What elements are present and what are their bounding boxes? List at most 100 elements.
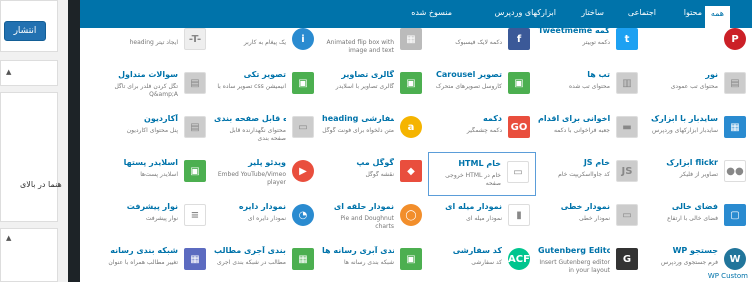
masonry-grid-icon: ▦ bbox=[292, 248, 314, 270]
element-title: JS خام bbox=[583, 158, 610, 167]
element-title: سایدبار با ابزارک bbox=[651, 114, 718, 123]
element-card[interactable]: ▣ گالری تصاویر گالری تصاویر با اسلایدر bbox=[320, 64, 428, 108]
publish-button[interactable]: انتشار bbox=[4, 21, 46, 41]
tabs-icon: ▥ bbox=[616, 72, 638, 94]
element-card[interactable]: ▦ شبکه بندی آجری مطالب مطالب در شبکه بندی … bbox=[212, 240, 320, 282]
element-title: نمودار خطی bbox=[560, 202, 610, 211]
element-card[interactable]: ▶ ویدئو پلیر Embed YouTube/Vimeo player bbox=[212, 152, 320, 196]
element-description: متن دلخواه برای فونت گوگل bbox=[322, 127, 394, 134]
element-card[interactable]: ▤ سوالات متداول تگل کردن فلدر برای تاگل Q&… bbox=[104, 64, 212, 108]
element-description: تصویر ساده با css انیمیشن bbox=[217, 83, 286, 90]
element-card[interactable]: GO دکمه دکمه چشمگیر bbox=[428, 108, 536, 152]
element-card[interactable]: a heading سفارشی متن دلخواه برای فونت گوگل bbox=[320, 108, 428, 152]
element-card[interactable]: -T-heading ایجاد تیتر bbox=[104, 20, 212, 64]
element-title: فضای خالی bbox=[671, 202, 718, 211]
widget-sidebar-icon: ▦ bbox=[724, 116, 746, 138]
meta-box-2 bbox=[0, 92, 58, 222]
image-carousel-icon: ▣ bbox=[508, 72, 530, 94]
element-description: فضای خالی با ارتفاع bbox=[667, 215, 718, 222]
element-title: فراخوانی برای اقدام bbox=[538, 114, 610, 123]
element-card[interactable]: ▣ Carousel تصویر کاروسل تصویرهای متحرک bbox=[428, 64, 536, 108]
element-card[interactable]: P bbox=[644, 20, 752, 64]
button-icon: GO bbox=[508, 116, 530, 138]
element-description bbox=[646, 39, 718, 65]
element-description: تصاویر از فلیکر bbox=[679, 171, 718, 178]
posts-slider-icon: ▣ bbox=[184, 160, 206, 182]
media-grid-icon: ▦ bbox=[184, 248, 206, 270]
element-description: نمودار میله ای bbox=[466, 215, 502, 222]
element-title: کد سفارشی bbox=[452, 246, 502, 255]
media-masonry-grid-icon: ▣ bbox=[400, 248, 422, 270]
element-card[interactable]: i یک پیغام به کاربر bbox=[212, 20, 320, 64]
element-description: یک پیغام به کاربر bbox=[243, 39, 286, 46]
element-card[interactable]: ▢ فضای خالی فضای خالی با ارتفاع bbox=[644, 196, 752, 240]
wordpress-icon: W bbox=[724, 248, 746, 270]
element-title: Tweetmeme دکمه bbox=[538, 26, 610, 35]
element-card[interactable]: ▣ تصویر تکی تصویر ساده با css انیمیشن bbox=[212, 64, 320, 108]
element-title: شبکه بندی آبری رسانه ها bbox=[322, 246, 394, 255]
element-title: گوگل مپ bbox=[356, 158, 394, 167]
element-description: تگل کردن فلدر برای تاگل Q&amp;A bbox=[114, 83, 178, 98]
element-title: گالری تصاویر bbox=[341, 70, 394, 79]
element-card[interactable]: ▭ HTML خام خروجی HTML خام در صفحه bbox=[428, 152, 536, 196]
element-card[interactable]: f دکمه لایک فیسبوک bbox=[428, 20, 536, 64]
collapse-arrow-icon[interactable]: ▲ bbox=[6, 234, 11, 242]
element-card[interactable]: ≡ نوار پیشرفت نوار پیشرفت bbox=[104, 196, 212, 240]
facebook-icon: f bbox=[508, 28, 530, 50]
element-title: HTML خام bbox=[458, 159, 501, 168]
accordion-icon: ▤ bbox=[184, 116, 206, 138]
element-card[interactable]: G Gutenberg Editor Insert Gutenberg editor… bbox=[536, 240, 644, 282]
element-title: نمودار حلقه ای bbox=[333, 202, 394, 211]
vertical-tabs-icon: ▤ bbox=[724, 72, 746, 94]
element-description: Insert Gutenberg editor in your layout bbox=[539, 259, 610, 274]
add-element-modal: همه محتوا اجتماعی ساختار ابزارکهای وردپر… bbox=[80, 0, 752, 282]
custom-heading-icon: a bbox=[400, 116, 422, 138]
element-title: نمودار دایره bbox=[238, 202, 286, 211]
element-card[interactable]: ▤ آکاردیون پنل محتوای آکاردیون bbox=[104, 108, 212, 152]
element-card[interactable]: ▤ نور محتوای تب عمودی bbox=[644, 64, 752, 108]
round-chart-icon: ◯ bbox=[400, 204, 422, 226]
element-description: محتوای نگهدارنده قابل صفحه بندی bbox=[229, 127, 286, 142]
element-card[interactable]: ▮ نمودار میله ای نمودار میله ای bbox=[428, 196, 536, 240]
pinterest-icon: P bbox=[724, 28, 746, 50]
more-element-label[interactable]: WP Custom bbox=[708, 272, 748, 280]
element-title: نور bbox=[705, 70, 718, 79]
element-description: دکمه چشمگیر bbox=[466, 127, 502, 134]
element-description: مطالب در شبکه بندی آجری bbox=[217, 259, 286, 266]
element-description: نوار پیشرفت bbox=[145, 215, 178, 222]
element-card[interactable]: ▣ شبکه بندی آبری رسانه ها شبکه بندی رسانه … bbox=[320, 240, 428, 282]
line-chart-icon: ▭ bbox=[616, 204, 638, 226]
element-description: اسلایدر پست‌ها bbox=[140, 171, 178, 178]
element-card[interactable]: ◯ نمودار حلقه ای Pie and Doughnut charts bbox=[320, 196, 428, 240]
element-description: Animated flip box with image and text bbox=[326, 39, 395, 54]
element-card[interactable]: t Tweetmeme دکمه دکمه توییتر bbox=[536, 20, 644, 64]
flickr-icon: ●● bbox=[724, 160, 746, 182]
element-card[interactable]: ACF کد سفارشی کد سفارشی bbox=[428, 240, 536, 282]
element-title: سوالات متداول bbox=[118, 70, 178, 79]
element-card[interactable]: ●● ابزارک flickr تصاویر از فلیکر bbox=[644, 152, 752, 196]
element-card[interactable]: JS JS خام کد جاوااسکریپت خام bbox=[536, 152, 644, 196]
element-description: پنل محتوای آکاردیون bbox=[126, 127, 178, 134]
pie-chart-icon: ◔ bbox=[292, 204, 314, 226]
element-card[interactable]: ▦ شبکه بندی رسانه تغییر مطالب همراه با عنو… bbox=[104, 240, 212, 282]
element-card[interactable]: ▬ فراخوانی برای اقدام جعبه فراخوانی با دکم… bbox=[536, 108, 644, 152]
element-card[interactable]: ▦ Animated flip box with image and text bbox=[320, 20, 428, 64]
element-card[interactable]: ▣ اسلایدر پستها اسلایدر پست‌ها bbox=[104, 152, 212, 196]
element-card[interactable]: ▭ نمودار خطی نمودار خطی bbox=[536, 196, 644, 240]
element-card[interactable]: ▭ نگهدارنده قابل صفحه بندی محتوای نگهدارند… bbox=[212, 108, 320, 152]
element-card[interactable]: ◆ گوگل مپ نقشه گوگل bbox=[320, 152, 428, 196]
collapse-arrow-icon[interactable]: ▲ bbox=[6, 68, 11, 76]
overlay-bar bbox=[68, 0, 80, 282]
element-title: نمودار میله ای bbox=[445, 202, 502, 211]
element-description: تغییر مطالب همراه با عنوان bbox=[108, 259, 178, 266]
element-title: تصویر تکی bbox=[243, 70, 286, 79]
element-card[interactable]: ▥ تب ها محتوای تب شده bbox=[536, 64, 644, 108]
bar-chart-icon: ▮ bbox=[508, 204, 530, 226]
element-description: کد سفارشی bbox=[471, 259, 502, 266]
element-title: ابزارک flickr bbox=[666, 158, 718, 167]
flip-box-icon: ▦ bbox=[400, 28, 422, 50]
element-description: دکمه توییتر bbox=[582, 39, 611, 46]
element-title: شبکه بندی رسانه bbox=[110, 246, 178, 255]
element-card[interactable]: ◔ نمودار دایره نمودار دایره ای bbox=[212, 196, 320, 240]
element-card[interactable]: ▦ سایدبار با ابزارک سایدبار ابزارکهای وردپ… bbox=[644, 108, 752, 152]
